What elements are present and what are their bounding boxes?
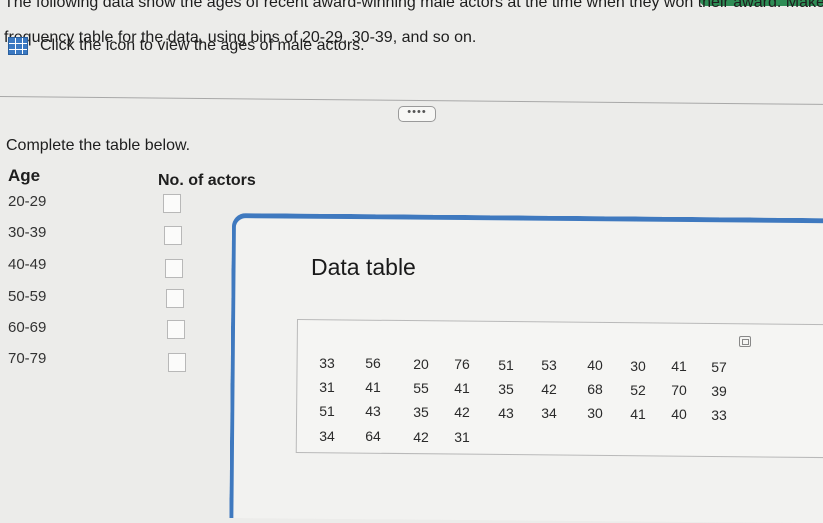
data-table-cell: 31 xyxy=(454,429,470,446)
age-bin-label: 20-29 xyxy=(8,193,47,210)
data-table-cell: 57 xyxy=(711,358,727,375)
data-table-title: Data table xyxy=(311,254,416,280)
age-column-header: Age xyxy=(8,166,41,185)
actor-count-input[interactable] xyxy=(164,226,182,245)
data-link-text[interactable]: Click the icon to view the ages of male … xyxy=(40,37,365,55)
actor-count-input[interactable] xyxy=(163,194,181,213)
data-table-cell: 70 xyxy=(671,382,687,399)
data-table-cell: 40 xyxy=(671,406,687,423)
data-table-cell: 34 xyxy=(319,428,335,444)
data-table-cell: 76 xyxy=(454,356,470,373)
data-table-cell: 34 xyxy=(541,405,557,421)
actors-column-header: No. of actors xyxy=(158,172,256,189)
age-bin-label: 30-39 xyxy=(8,224,47,241)
age-bin-label: 50-59 xyxy=(8,288,47,305)
table-grid-icon[interactable] xyxy=(8,37,28,55)
data-table-cell: 55 xyxy=(413,379,429,396)
form-prompt: Complete the table below. xyxy=(6,137,191,154)
data-link[interactable]: Click the icon to view the ages of male … xyxy=(8,37,365,55)
actor-count-input[interactable] xyxy=(167,320,185,339)
data-table-cell: 51 xyxy=(319,403,335,419)
data-table-cell: 53 xyxy=(541,357,557,373)
data-table-cell: 30 xyxy=(587,405,603,422)
data-table-cell: 31 xyxy=(319,379,335,395)
data-table-cell: 33 xyxy=(319,355,335,371)
data-table-cell: 41 xyxy=(630,405,646,422)
data-table-cell: 42 xyxy=(413,428,429,445)
data-table-cell: 43 xyxy=(498,404,514,421)
age-bin-label: 40-49 xyxy=(8,256,47,273)
data-table-cell: 41 xyxy=(671,358,687,375)
data-table-cell: 52 xyxy=(630,381,646,398)
data-table-cell: 33 xyxy=(711,406,727,423)
actor-count-input[interactable] xyxy=(168,353,186,372)
expand-more-button[interactable]: •••• xyxy=(398,106,436,122)
data-table-cell: 39 xyxy=(711,382,727,399)
data-table-cell: 40 xyxy=(587,357,603,374)
age-bin-label: 60-69 xyxy=(8,319,47,336)
data-table-cell: 42 xyxy=(454,404,470,421)
question-text-line1: The following data show the ages of rece… xyxy=(4,0,823,11)
actor-count-input[interactable] xyxy=(165,259,183,278)
data-table-cell: 64 xyxy=(365,428,381,445)
data-table-cell: 30 xyxy=(630,357,646,374)
copy-icon[interactable] xyxy=(739,336,751,347)
data-table-cell: 41 xyxy=(365,379,381,396)
actor-count-input[interactable] xyxy=(166,289,184,308)
data-table-cell: 35 xyxy=(413,403,429,420)
data-table-cell: 56 xyxy=(365,355,381,372)
data-table-cell: 43 xyxy=(365,403,381,420)
data-table-cell: 42 xyxy=(541,381,557,397)
data-table-cell: 51 xyxy=(498,356,514,373)
data-table-cell: 68 xyxy=(587,381,603,398)
section-divider xyxy=(0,96,823,105)
data-table-cell: 41 xyxy=(454,380,470,397)
data-table-cell: 35 xyxy=(498,380,514,397)
data-table-cell: 20 xyxy=(413,355,429,372)
age-bin-label: 70-79 xyxy=(8,350,47,367)
